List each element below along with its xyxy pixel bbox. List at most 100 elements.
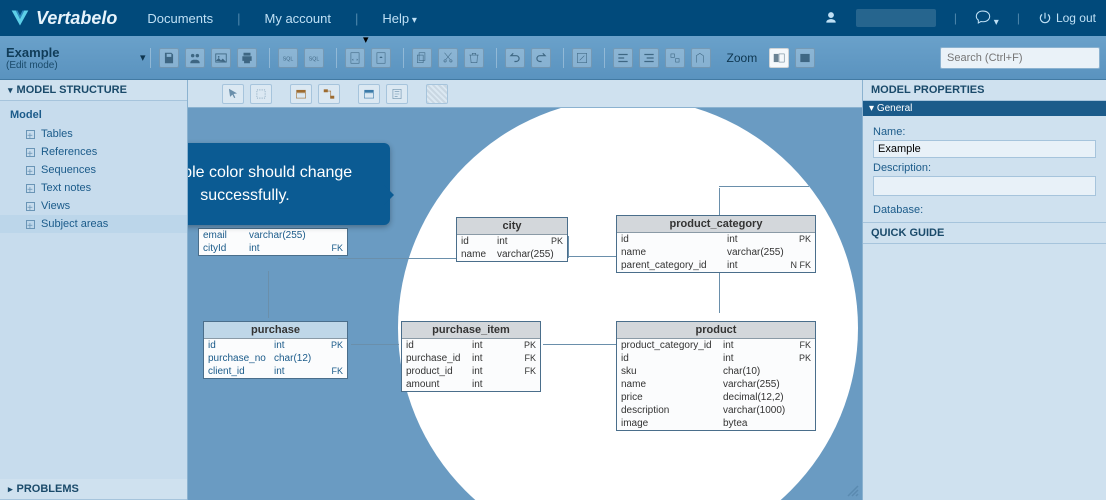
er-row: namevarchar(255) <box>617 378 815 391</box>
reference-tool-icon[interactable] <box>318 84 340 104</box>
chevron-down-icon: ▾ <box>8 85 13 96</box>
power-icon <box>1038 11 1052 25</box>
doc-title-block[interactable]: Example (Edit mode) <box>6 45 136 71</box>
name-input[interactable] <box>873 140 1096 158</box>
save-icon[interactable] <box>159 48 179 68</box>
tree-item-views[interactable]: Views <box>0 197 187 215</box>
er-row: purchase_nochar(12) <box>204 352 347 365</box>
brand-logo[interactable]: Vertabelo <box>10 8 117 29</box>
delete-icon[interactable] <box>464 48 484 68</box>
er-row: namevarchar(255) <box>617 246 815 259</box>
align2-icon[interactable] <box>639 48 659 68</box>
nav-help[interactable]: Help <box>382 11 417 26</box>
er-row: idintPK <box>617 352 815 365</box>
model-structure-header[interactable]: ▾ MODEL STRUCTURE <box>0 80 187 101</box>
er-title: city <box>457 218 567 235</box>
cut-icon[interactable] <box>438 48 458 68</box>
resize-grip-icon[interactable] <box>846 484 860 498</box>
logout-link[interactable]: Log out <box>1038 11 1096 25</box>
zoom-mode1-icon[interactable] <box>769 48 789 68</box>
er-title: product_category <box>617 216 815 233</box>
er-row: client_idintFK <box>204 365 347 378</box>
general-section-head[interactable]: ▾ General <box>863 101 1106 116</box>
user-icon[interactable] <box>824 11 838 25</box>
er-row: descriptionvarchar(1000) <box>617 404 815 417</box>
chevron-right-icon: ▸ <box>8 484 13 495</box>
xml-export-icon[interactable] <box>345 48 365 68</box>
search-input[interactable] <box>940 47 1100 69</box>
chat-icon[interactable] <box>975 9 999 28</box>
er-row: idintPK <box>204 339 347 352</box>
edit-tool-icon[interactable] <box>572 48 592 68</box>
spotlight-highlight <box>398 98 858 500</box>
account-name-box[interactable] <box>856 9 936 27</box>
diagram-canvas[interactable]: The table color should change successful… <box>188 108 862 500</box>
zoom-label: Zoom <box>727 51 758 65</box>
zoom-mode2-icon[interactable] <box>795 48 815 68</box>
er-title: purchase_item <box>402 322 540 339</box>
pointer-tool-icon[interactable] <box>222 84 244 104</box>
er-row: idintPK <box>457 235 567 248</box>
er-table-client[interactable]: emailvarchar(255) cityIdintFK <box>198 228 348 256</box>
er-row: cityIdintFK <box>199 242 347 255</box>
database-label: Database: <box>873 204 1096 216</box>
print-icon[interactable] <box>237 48 257 68</box>
view-tool-icon[interactable] <box>358 84 380 104</box>
er-table-product-category[interactable]: product_category idintPK namevarchar(255… <box>616 215 816 273</box>
er-table-purchase[interactable]: purchase idintPK purchase_nochar(12) cli… <box>203 321 348 379</box>
image-icon[interactable] <box>211 48 231 68</box>
er-row: imagebytea <box>617 417 815 430</box>
tree-item-subject-areas[interactable]: Subject areas <box>0 215 187 233</box>
quick-guide-header[interactable]: QUICK GUIDE <box>863 222 1106 244</box>
nav-documents[interactable]: Documents <box>147 11 213 26</box>
er-table-city[interactable]: city idintPK namevarchar(255) <box>456 217 568 262</box>
brand-text: Vertabelo <box>36 8 117 29</box>
problems-header[interactable]: ▸ PROBLEMS <box>0 479 187 500</box>
sql2-icon[interactable]: SQL <box>304 48 324 68</box>
top-nav-bar: Vertabelo Documents | My account | Help … <box>0 0 1106 36</box>
share-icon[interactable] <box>185 48 205 68</box>
er-title: purchase <box>204 322 347 339</box>
left-panel: ▾ MODEL STRUCTURE Model Tables Reference… <box>0 80 188 500</box>
description-input[interactable] <box>873 176 1096 196</box>
tree-item-tables[interactable]: Tables <box>0 125 187 143</box>
right-panel: MODEL PROPERTIES ▾ General Name: Descrip… <box>862 80 1106 500</box>
er-row: emailvarchar(255) <box>199 229 347 242</box>
align1-icon[interactable] <box>613 48 633 68</box>
note-tool-icon[interactable] <box>386 84 408 104</box>
tree-item-sequences[interactable]: Sequences <box>0 161 187 179</box>
svg-text:SQL: SQL <box>282 56 293 62</box>
er-row: parent_category_idintN FK <box>617 259 815 272</box>
align3-icon[interactable] <box>665 48 685 68</box>
er-table-product[interactable]: product product_category_idintFK idintPK… <box>616 321 816 431</box>
redo-icon[interactable] <box>531 48 551 68</box>
marquee-tool-icon[interactable] <box>250 84 272 104</box>
undo-icon[interactable] <box>505 48 525 68</box>
callout-text: The table color should change successful… <box>188 164 352 204</box>
tree-item-references[interactable]: References <box>0 143 187 161</box>
er-row: idintPK <box>617 233 815 246</box>
nav-my-account[interactable]: My account <box>265 11 331 26</box>
toolbar-dropdown-icon[interactable]: ▾ <box>363 33 369 46</box>
er-table-purchase-item[interactable]: purchase_item idintPK purchase_idintFK p… <box>401 321 541 392</box>
er-row: idintPK <box>402 339 540 352</box>
xml-import-icon[interactable] <box>371 48 391 68</box>
er-row: skuchar(10) <box>617 365 815 378</box>
tree-root-model[interactable]: Model <box>0 105 187 125</box>
er-row: amountint <box>402 378 540 391</box>
svg-text:SQL: SQL <box>308 56 319 62</box>
name-label: Name: <box>873 126 1096 138</box>
er-row: purchase_idintFK <box>402 352 540 365</box>
canvas-toolbar <box>188 80 862 108</box>
copy-icon[interactable] <box>412 48 432 68</box>
align4-icon[interactable] <box>691 48 711 68</box>
vertabelo-icon <box>10 8 30 28</box>
table-tool-icon[interactable] <box>290 84 312 104</box>
sql1-icon[interactable]: SQL <box>278 48 298 68</box>
tutorial-callout: The table color should change successful… <box>188 143 390 225</box>
tree-item-text-notes[interactable]: Text notes <box>0 179 187 197</box>
area-tool-icon[interactable] <box>426 84 448 104</box>
description-label: Description: <box>873 162 1096 174</box>
model-properties-header[interactable]: MODEL PROPERTIES <box>863 80 1106 101</box>
er-row: namevarchar(255) <box>457 248 567 261</box>
